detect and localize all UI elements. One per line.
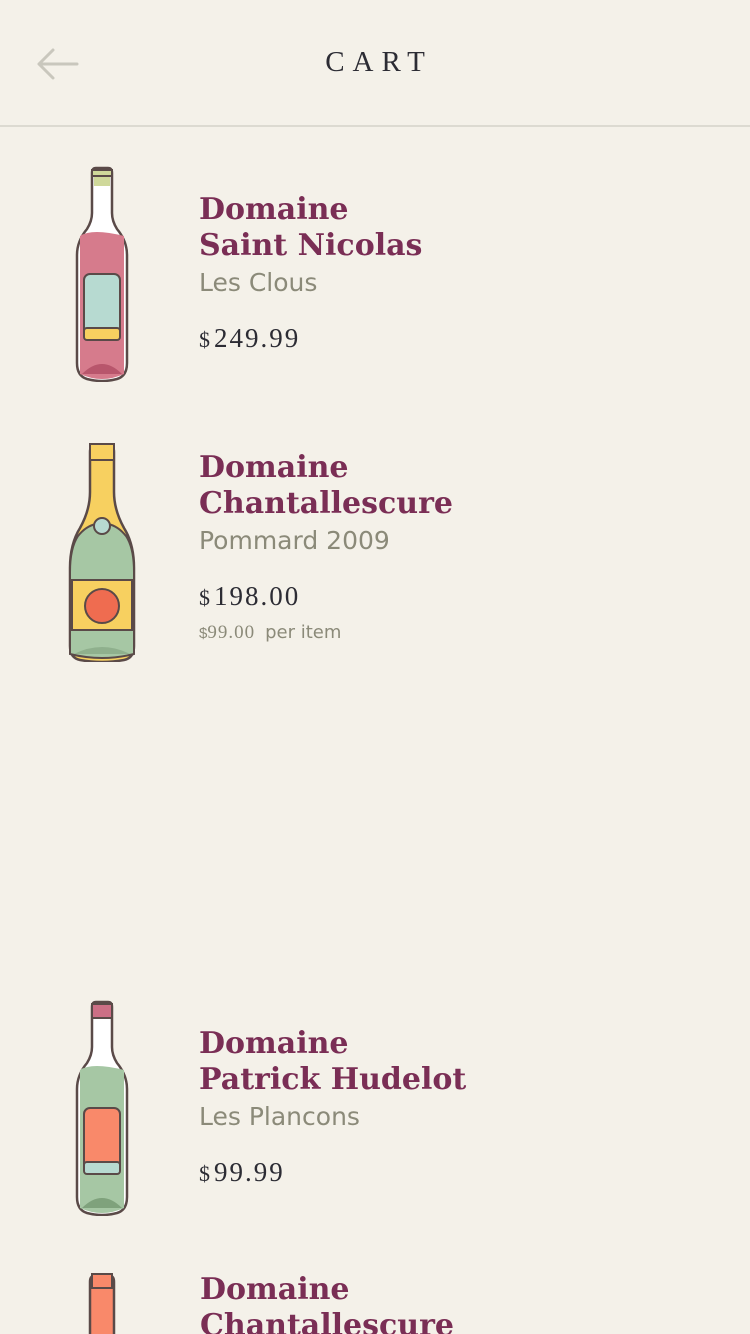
item-name-line1: Domaine [199, 450, 349, 485]
item-subtitle: Les Plancons [199, 1102, 360, 1131]
green-wine-bottle-icon [75, 1000, 129, 1216]
cart-item[interactable]: Domaine Saint Nicolas Les Clous $249.99 [0, 160, 750, 390]
unit-price: $99.00 per item [199, 622, 453, 644]
currency-symbol: $ [199, 585, 212, 610]
item-price: $198.00 [199, 581, 453, 612]
price-value: 99.99 [214, 1157, 285, 1187]
item-name-line2: Patrick Hudelot [199, 1062, 467, 1097]
unit-price-label: per item [265, 622, 342, 643]
page-title: CART [325, 46, 433, 78]
item-price: $99.99 [199, 1157, 466, 1188]
header-bar: CART [0, 0, 750, 127]
item-name-line1: Domaine [199, 192, 349, 227]
cart-item[interactable]: Domaine Chantallescure Pommard 2009 $198… [0, 438, 750, 678]
item-name-line2: Chantallescure [199, 486, 453, 521]
item-name-line2: Saint Nicolas [199, 228, 423, 263]
cart-item[interactable]: Domaine Patrick Hudelot Les Plancons $99… [0, 994, 750, 1224]
orange-wine-bottle-icon [88, 1273, 116, 1334]
currency-symbol: $ [199, 1161, 212, 1186]
price-value: 198.00 [214, 581, 301, 611]
unit-price-value: 99.00 [207, 622, 256, 643]
currency-symbol: $ [199, 327, 212, 352]
item-subtitle: Les Clous [199, 268, 318, 297]
item-price: $249.99 [199, 323, 422, 354]
champagne-bottle-icon [68, 443, 136, 662]
cart-item[interactable]: Domaine Chantallescure [0, 1270, 750, 1334]
item-name-line1: Domaine [200, 1272, 350, 1307]
item-name-line1: Domaine [199, 1026, 349, 1061]
rose-wine-bottle-icon [75, 166, 129, 382]
item-name-line2: Chantallescure [200, 1308, 454, 1334]
price-value: 249.99 [214, 323, 301, 353]
item-subtitle: Pommard 2009 [199, 526, 390, 555]
